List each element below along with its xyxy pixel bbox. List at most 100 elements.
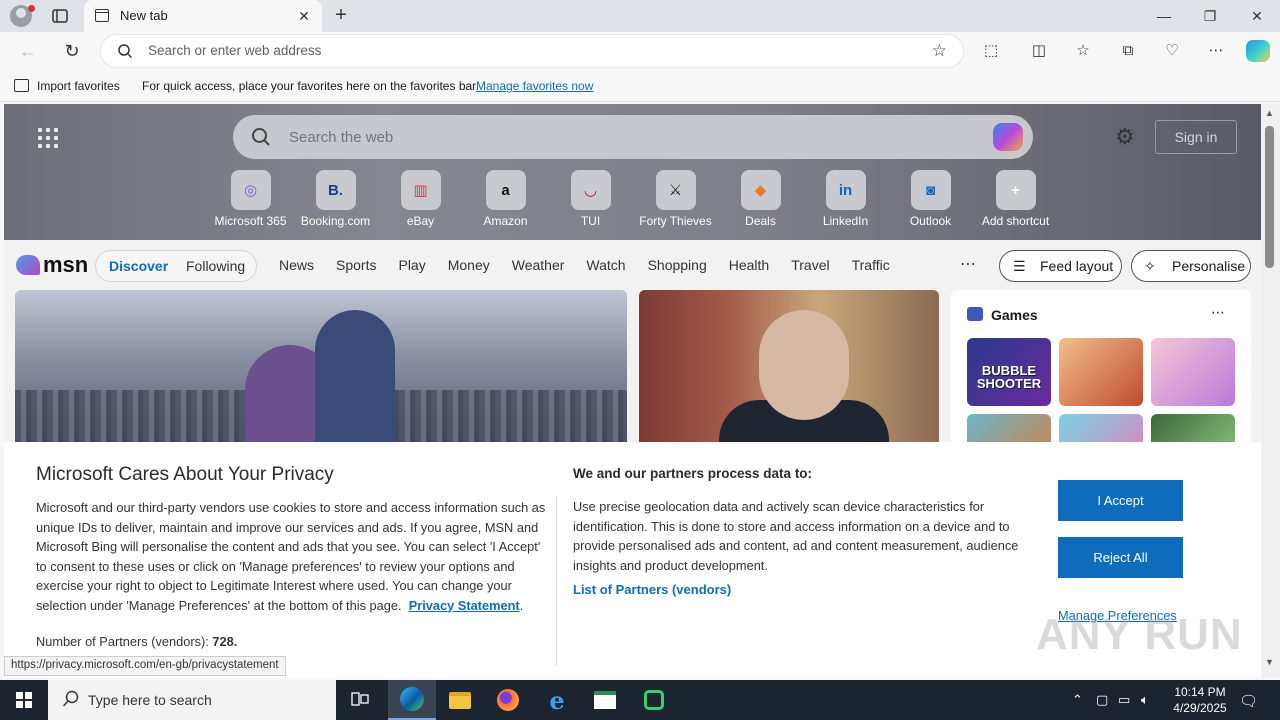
nav-play[interactable]: Play [398, 257, 425, 273]
more-nav-icon[interactable]: ⋯ [960, 254, 976, 274]
purpose-heading: We and our partners process data to: [573, 466, 813, 481]
nav-news[interactable]: News [279, 257, 314, 273]
show-hidden-icons[interactable]: ⌃ [1072, 692, 1083, 708]
extensions-icon[interactable]: ⬚ [980, 40, 1002, 62]
back-arrow-icon[interactable]: ← [17, 40, 39, 62]
tab-new-tab[interactable]: New tab ✕ [84, 0, 322, 32]
player-image-2 [315, 310, 395, 450]
scrollbar-thumb[interactable] [1265, 126, 1274, 268]
nav-watch[interactable]: Watch [586, 257, 625, 273]
app-launcher-icon[interactable] [38, 128, 58, 148]
task-view-icon[interactable] [336, 680, 384, 720]
navigation-toolbar: ← ↻ Search or enter web address ☆ ⬚ ◫ ☆ … [0, 32, 1280, 70]
close-window-icon[interactable]: ✕ [1234, 0, 1280, 32]
forty-thieves-icon: ⚔ [655, 170, 696, 210]
sign-in-button[interactable]: Sign in [1155, 120, 1237, 154]
favorites-icon[interactable]: ☆ [1072, 40, 1094, 62]
web-search-box[interactable]: Search the web [233, 115, 1033, 159]
address-bar[interactable]: Search or enter web address ☆ [101, 35, 963, 67]
shortcut-label: Forty Thieves [639, 214, 712, 228]
import-favorites-button[interactable]: Import favorites [14, 79, 120, 93]
collections-icon[interactable]: ⧉ [1117, 40, 1139, 62]
browser-essentials-icon[interactable]: ♡ [1161, 40, 1183, 62]
nav-health[interactable]: Health [729, 257, 769, 273]
shortcut-ebay[interactable]: ▥ eBay [378, 170, 463, 228]
nav-weather[interactable]: Weather [512, 257, 565, 273]
status-bar-url: https://privacy.microsoft.com/en-gb/priv… [4, 656, 286, 676]
list-of-partners-link[interactable]: List of Partners (vendors) [573, 582, 731, 597]
shortcut-deals[interactable]: ◆ Deals [718, 170, 803, 228]
game-tile-2[interactable] [1059, 338, 1143, 406]
page-settings-gear-icon[interactable]: ⚙ [1115, 124, 1135, 150]
tab-discover[interactable]: Discover [109, 258, 168, 274]
personalise-button[interactable]: ✧ Personalise [1131, 250, 1251, 282]
game-tile-3[interactable] [1151, 338, 1235, 406]
profile-notification-badge [28, 5, 35, 12]
clock-date: 4/29/2025 [1173, 701, 1227, 715]
minimize-icon[interactable]: — [1141, 0, 1187, 32]
games-title: Games [991, 307, 1038, 323]
shortcut-outlook[interactable]: ◙ Outlook [888, 170, 973, 228]
clock-time: 10:14 PM [1174, 685, 1226, 699]
new-tab-plus-icon[interactable]: + [330, 5, 352, 27]
device-icon[interactable]: ▢ [1096, 692, 1108, 708]
manage-favorites-link[interactable]: Manage favorites now [476, 79, 593, 93]
tab-actions-icon[interactable] [50, 6, 70, 26]
shortcut-add-shortcut[interactable]: + Add shortcut [973, 170, 1058, 228]
web-search-input[interactable]: Search the web [289, 129, 393, 146]
nav-traffic[interactable]: Traffic [852, 257, 890, 273]
tab-following[interactable]: Following [186, 258, 245, 274]
file-explorer-icon[interactable] [436, 680, 484, 720]
privacy-title: Microsoft Cares About Your Privacy [36, 464, 334, 485]
shortcut-tui[interactable]: ◡ TUI [548, 170, 633, 228]
close-tab-icon[interactable]: ✕ [294, 6, 314, 26]
refresh-icon[interactable]: ↻ [61, 40, 83, 62]
new-tab-favicon-icon [95, 9, 109, 22]
edge-taskbar-icon[interactable] [388, 680, 436, 720]
shortcut-microsoft-365[interactable]: ◎ Microsoft 365 [208, 170, 293, 228]
msn-logo[interactable]: msn [16, 252, 88, 278]
scroll-up-icon[interactable]: ▲ [1265, 108, 1274, 118]
feed-layout-button[interactable]: ☰ Feed layout [999, 250, 1122, 282]
address-input[interactable]: Search or enter web address [148, 43, 321, 58]
accept-button[interactable]: I Accept [1058, 480, 1183, 521]
restore-icon[interactable]: ❐ [1187, 0, 1233, 32]
personalise-label: Personalise [1172, 258, 1246, 274]
nav-money[interactable]: Money [448, 257, 490, 273]
page-scrollbar[interactable]: ▲ ▼ [1261, 104, 1280, 678]
nav-shopping[interactable]: Shopping [648, 257, 707, 273]
shortcut-amazon[interactable]: a Amazon [463, 170, 548, 228]
msn-butterfly-icon [16, 255, 40, 275]
copilot-icon[interactable] [1246, 40, 1270, 62]
news-card-portrait[interactable] [639, 290, 939, 450]
reject-all-button[interactable]: Reject All [1058, 537, 1183, 578]
nav-travel[interactable]: Travel [791, 257, 829, 273]
shortcut-forty-thieves[interactable]: ⚔ Forty Thieves [633, 170, 718, 228]
start-button[interactable] [0, 680, 48, 720]
volume-icon[interactable]: 🔈︎ [1141, 692, 1149, 708]
feed-layout-label: Feed layout [1040, 258, 1114, 274]
scroll-down-icon[interactable]: ▼ [1265, 657, 1274, 667]
internet-explorer-icon[interactable]: e [533, 680, 581, 720]
app-window-icon[interactable] [581, 680, 629, 720]
news-card-tennis[interactable] [15, 290, 627, 450]
taskbar-search-box[interactable]: Type here to search [48, 680, 336, 720]
nav-sports[interactable]: Sports [336, 257, 376, 273]
games-widget: Games ⋯ BUBBLE SHOOTER [951, 290, 1251, 482]
taskbar-search-input[interactable]: Type here to search [88, 692, 212, 708]
privacy-statement-link[interactable]: Privacy Statement [409, 598, 520, 613]
import-favorites-icon [14, 79, 29, 92]
shortcut-linkedin[interactable]: in LinkedIn [803, 170, 888, 228]
game-tile-bubble-shooter[interactable]: BUBBLE SHOOTER [967, 338, 1051, 406]
split-screen-icon[interactable]: ◫ [1028, 40, 1050, 62]
shortcut-booking-com[interactable]: B. Booking.com [293, 170, 378, 228]
settings-more-icon[interactable]: ⋯ [1205, 40, 1227, 62]
firefox-icon[interactable] [484, 680, 532, 720]
notifications-icon[interactable]: 🗨︎ [1239, 692, 1258, 710]
network-icon[interactable]: ▭ [1118, 692, 1130, 708]
green-app-icon[interactable] [630, 680, 678, 720]
copilot-search-icon[interactable] [993, 123, 1023, 151]
taskbar-clock[interactable]: 10:14 PM 4/29/2025 [1160, 684, 1240, 716]
games-more-icon[interactable]: ⋯ [1211, 304, 1225, 321]
favorite-star-icon[interactable]: ☆ [932, 41, 947, 61]
